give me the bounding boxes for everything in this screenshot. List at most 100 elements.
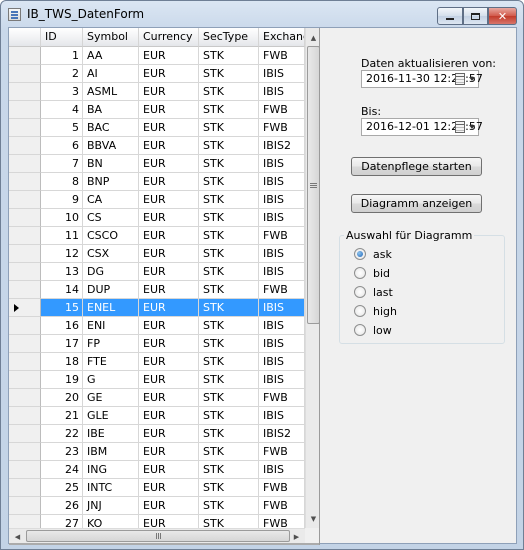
cell-currency[interactable]: EUR <box>139 497 199 515</box>
cell-id[interactable]: 8 <box>41 173 83 191</box>
cell-sectype[interactable]: STK <box>199 335 259 353</box>
cell-exchange[interactable]: IBIS2 <box>259 137 305 155</box>
row-header[interactable] <box>9 209 41 227</box>
cell-id[interactable]: 11 <box>41 227 83 245</box>
cell-symbol[interactable]: IBE <box>83 425 139 443</box>
column-header-currency[interactable]: Currency <box>139 28 199 47</box>
row-header[interactable] <box>9 191 41 209</box>
cell-exchange[interactable]: IBIS <box>259 461 305 479</box>
table-row[interactable]: 7 BN EUR STK IBIS <box>9 155 305 173</box>
row-header-corner[interactable] <box>9 28 41 47</box>
table-row[interactable]: 2 AI EUR STK IBIS <box>9 65 305 83</box>
radio-bid[interactable]: bid <box>354 266 390 280</box>
cell-sectype[interactable]: STK <box>199 443 259 461</box>
table-row[interactable]: 13 DG EUR STK IBIS <box>9 263 305 281</box>
cell-currency[interactable]: EUR <box>139 461 199 479</box>
cell-id[interactable]: 25 <box>41 479 83 497</box>
cell-sectype[interactable]: STK <box>199 209 259 227</box>
cell-currency[interactable]: EUR <box>139 83 199 101</box>
row-header[interactable] <box>9 101 41 119</box>
row-header[interactable] <box>9 137 41 155</box>
horizontal-scroll-thumb[interactable] <box>26 530 290 542</box>
scroll-down-arrow-icon[interactable]: ▼ <box>306 511 319 526</box>
cell-symbol[interactable]: JNJ <box>83 497 139 515</box>
cell-sectype[interactable]: STK <box>199 65 259 83</box>
cell-currency[interactable]: EUR <box>139 101 199 119</box>
cell-symbol[interactable]: G <box>83 371 139 389</box>
radio-ask[interactable]: ask <box>354 247 392 261</box>
from-date-picker[interactable]: 2016-11-30 12:23:57 <box>361 70 483 88</box>
row-header[interactable] <box>9 389 41 407</box>
cell-exchange[interactable]: FWB <box>259 497 305 515</box>
cell-exchange[interactable]: IBIS <box>259 209 305 227</box>
row-header[interactable] <box>9 335 41 353</box>
cell-currency[interactable]: EUR <box>139 227 199 245</box>
cell-symbol[interactable]: IBM <box>83 443 139 461</box>
radio-circle[interactable] <box>354 286 366 298</box>
cell-currency[interactable]: EUR <box>139 317 199 335</box>
cell-currency[interactable]: EUR <box>139 389 199 407</box>
chevron-down-icon[interactable] <box>469 125 475 129</box>
cell-symbol[interactable]: GLE <box>83 407 139 425</box>
cell-sectype[interactable]: STK <box>199 191 259 209</box>
cell-currency[interactable]: EUR <box>139 191 199 209</box>
cell-exchange[interactable]: IBIS <box>259 353 305 371</box>
cell-sectype[interactable]: STK <box>199 407 259 425</box>
cell-exchange[interactable]: FWB <box>259 443 305 461</box>
row-header[interactable] <box>9 299 41 317</box>
cell-symbol[interactable]: AA <box>83 47 139 65</box>
row-header[interactable] <box>9 317 41 335</box>
cell-currency[interactable]: EUR <box>139 371 199 389</box>
cell-symbol[interactable]: ENI <box>83 317 139 335</box>
cell-sectype[interactable]: STK <box>199 281 259 299</box>
table-row[interactable]: 18 FTE EUR STK IBIS <box>9 353 305 371</box>
table-row[interactable]: 19 G EUR STK IBIS <box>9 371 305 389</box>
cell-symbol[interactable]: BNP <box>83 173 139 191</box>
cell-sectype[interactable]: STK <box>199 83 259 101</box>
table-row[interactable]: 11 CSCO EUR STK FWB <box>9 227 305 245</box>
cell-currency[interactable]: EUR <box>139 209 199 227</box>
row-header[interactable] <box>9 47 41 65</box>
show-chart-button[interactable]: Diagramm anzeigen <box>351 194 482 213</box>
cell-id[interactable]: 18 <box>41 353 83 371</box>
table-row[interactable]: 9 CA EUR STK IBIS <box>9 191 305 209</box>
cell-id[interactable]: 17 <box>41 335 83 353</box>
cell-id[interactable]: 16 <box>41 317 83 335</box>
cell-symbol[interactable]: ING <box>83 461 139 479</box>
row-header[interactable] <box>9 245 41 263</box>
cell-exchange[interactable]: IBIS <box>259 335 305 353</box>
close-button[interactable]: ✕ <box>488 7 517 25</box>
cell-symbol[interactable]: INTC <box>83 479 139 497</box>
table-row[interactable]: 25 INTC EUR STK FWB <box>9 479 305 497</box>
cell-id[interactable]: 6 <box>41 137 83 155</box>
table-row[interactable]: 12 CSX EUR STK IBIS <box>9 245 305 263</box>
cell-sectype[interactable]: STK <box>199 263 259 281</box>
cell-sectype[interactable]: STK <box>199 227 259 245</box>
cell-exchange[interactable]: IBIS <box>259 263 305 281</box>
cell-currency[interactable]: EUR <box>139 137 199 155</box>
cell-currency[interactable]: EUR <box>139 173 199 191</box>
cell-id[interactable]: 26 <box>41 497 83 515</box>
radio-circle[interactable] <box>354 267 366 279</box>
row-header[interactable] <box>9 263 41 281</box>
radio-low[interactable]: low <box>354 323 392 337</box>
cell-symbol[interactable]: AI <box>83 65 139 83</box>
cell-sectype[interactable]: STK <box>199 299 259 317</box>
cell-currency[interactable]: EUR <box>139 47 199 65</box>
cell-id[interactable]: 3 <box>41 83 83 101</box>
table-row[interactable]: 1 AA EUR STK FWB <box>9 47 305 65</box>
cell-id[interactable]: 21 <box>41 407 83 425</box>
table-row[interactable]: 20 GE EUR STK FWB <box>9 389 305 407</box>
table-row[interactable]: 6 BBVA EUR STK IBIS2 <box>9 137 305 155</box>
cell-sectype[interactable]: STK <box>199 245 259 263</box>
cell-sectype[interactable]: STK <box>199 173 259 191</box>
cell-currency[interactable]: EUR <box>139 245 199 263</box>
row-header[interactable] <box>9 353 41 371</box>
cell-id[interactable]: 10 <box>41 209 83 227</box>
scroll-left-arrow-icon[interactable]: ◀ <box>10 529 25 544</box>
row-header[interactable] <box>9 83 41 101</box>
cell-sectype[interactable]: STK <box>199 497 259 515</box>
cell-exchange[interactable]: FWB <box>259 281 305 299</box>
row-header[interactable] <box>9 497 41 515</box>
cell-sectype[interactable]: STK <box>199 119 259 137</box>
